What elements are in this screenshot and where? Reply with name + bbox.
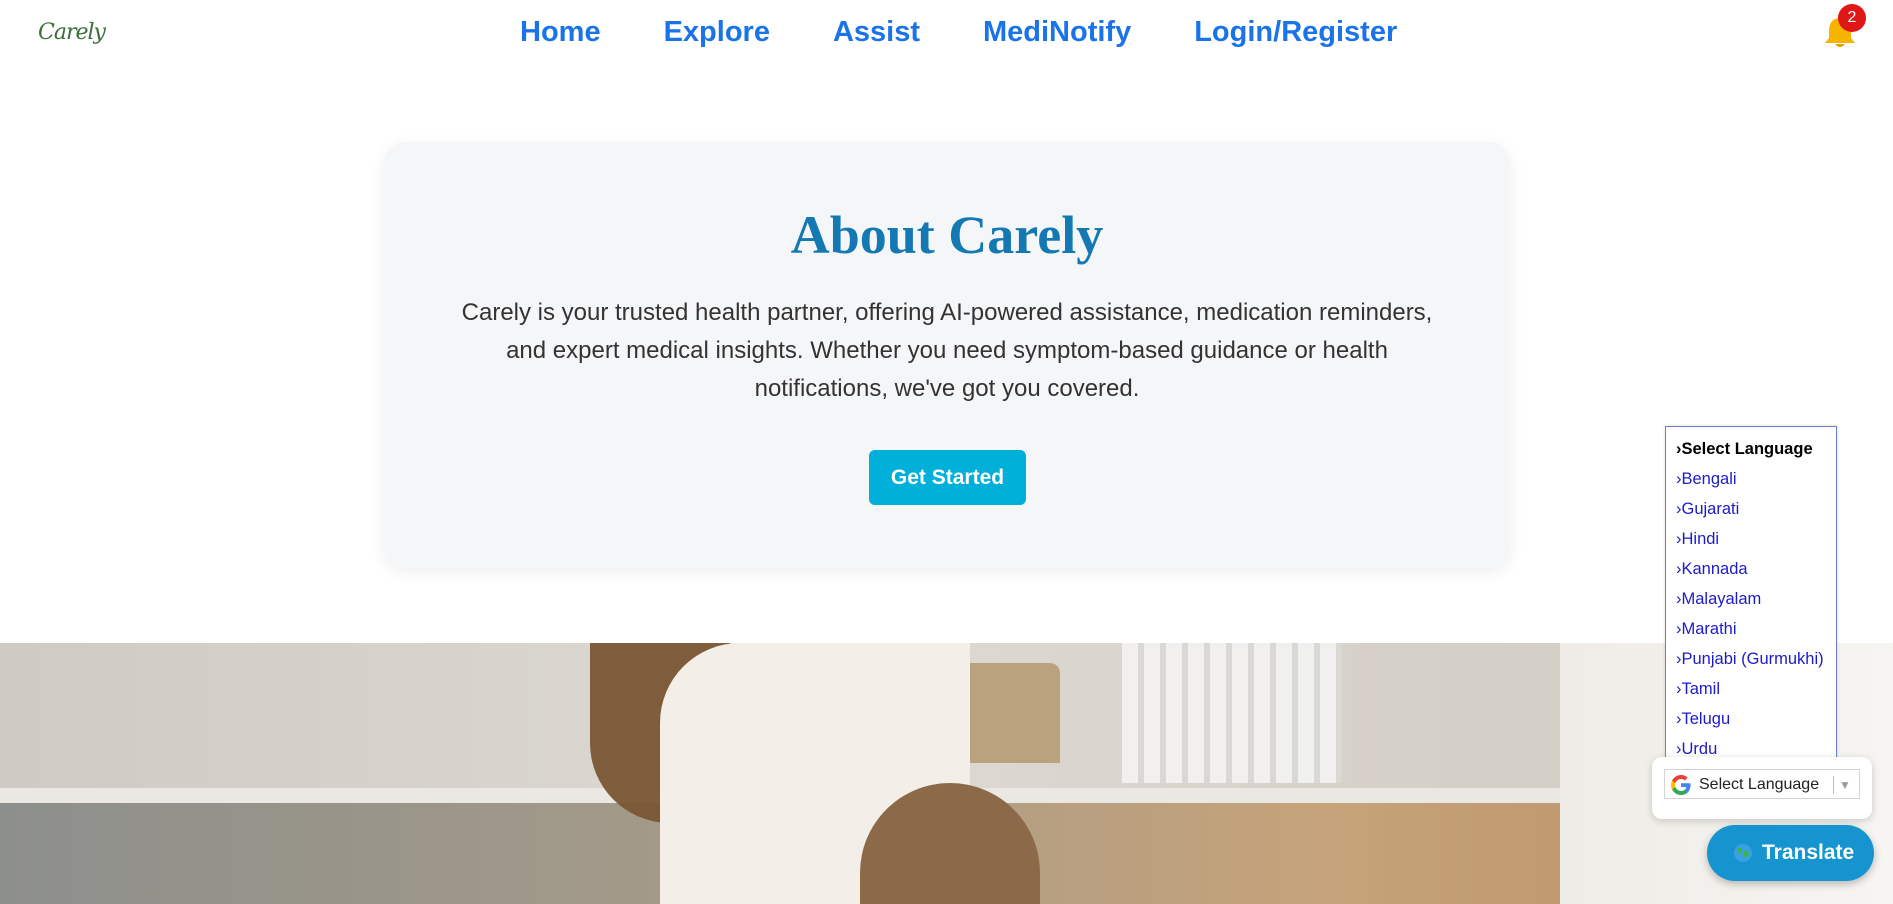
- get-started-button[interactable]: Get Started: [869, 450, 1026, 505]
- select-divider: [1833, 776, 1834, 794]
- language-select[interactable]: Select Language ▼: [1664, 769, 1860, 799]
- about-description: Carely is your trusted health partner, o…: [461, 299, 1433, 402]
- about-section: About Carely Carely is your trusted heal…: [384, 142, 1510, 568]
- hero-radiator: [1122, 643, 1342, 783]
- nav-home-link[interactable]: Home: [520, 12, 601, 52]
- translate-button-label: Translate: [1762, 841, 1855, 864]
- language-option-gujarati[interactable]: ›Gujarati: [1666, 494, 1836, 524]
- google-g-icon: [1671, 775, 1691, 795]
- language-option-select[interactable]: ›Select Language: [1666, 434, 1836, 464]
- notification-count-badge: 2: [1838, 4, 1866, 32]
- language-select-label: Select Language: [1699, 776, 1820, 793]
- about-title: About Carely: [790, 205, 1104, 265]
- main-nav: Home Explore Assist MediNotify Login/Reg…: [520, 12, 1397, 52]
- language-option-marathi[interactable]: ›Marathi: [1666, 614, 1836, 644]
- language-option-malayalam[interactable]: ›Malayalam: [1666, 584, 1836, 614]
- nav-explore-link[interactable]: Explore: [664, 12, 770, 52]
- hero-photo: [0, 643, 1893, 904]
- top-navbar: Carely Home Explore Assist MediNotify Lo…: [0, 0, 1893, 64]
- language-option-telugu[interactable]: ›Telugu: [1666, 704, 1836, 734]
- carely-logo[interactable]: Carely: [38, 18, 106, 56]
- nav-login-register-link[interactable]: Login/Register: [1194, 12, 1397, 52]
- nav-assist-link[interactable]: Assist: [833, 12, 920, 52]
- globe-icon: [1734, 844, 1752, 862]
- dropdown-arrow-icon: ▼: [1839, 778, 1851, 792]
- translate-button[interactable]: Translate: [1707, 825, 1874, 881]
- logo-text: Carely: [38, 20, 106, 45]
- language-option-kannada[interactable]: ›Kannada: [1666, 554, 1836, 584]
- language-option-punjabi[interactable]: ›Punjabi (Gurmukhi): [1666, 644, 1836, 674]
- nav-medinotify-link[interactable]: MediNotify: [983, 12, 1131, 52]
- language-dropdown-menu: ›Select Language ›Bengali ›Gujarati ›Hin…: [1665, 426, 1837, 766]
- google-translate-widget: Select Language ▼: [1652, 757, 1872, 819]
- language-option-tamil[interactable]: ›Tamil: [1666, 674, 1836, 704]
- language-option-bengali[interactable]: ›Bengali: [1666, 464, 1836, 494]
- language-option-hindi[interactable]: ›Hindi: [1666, 524, 1836, 554]
